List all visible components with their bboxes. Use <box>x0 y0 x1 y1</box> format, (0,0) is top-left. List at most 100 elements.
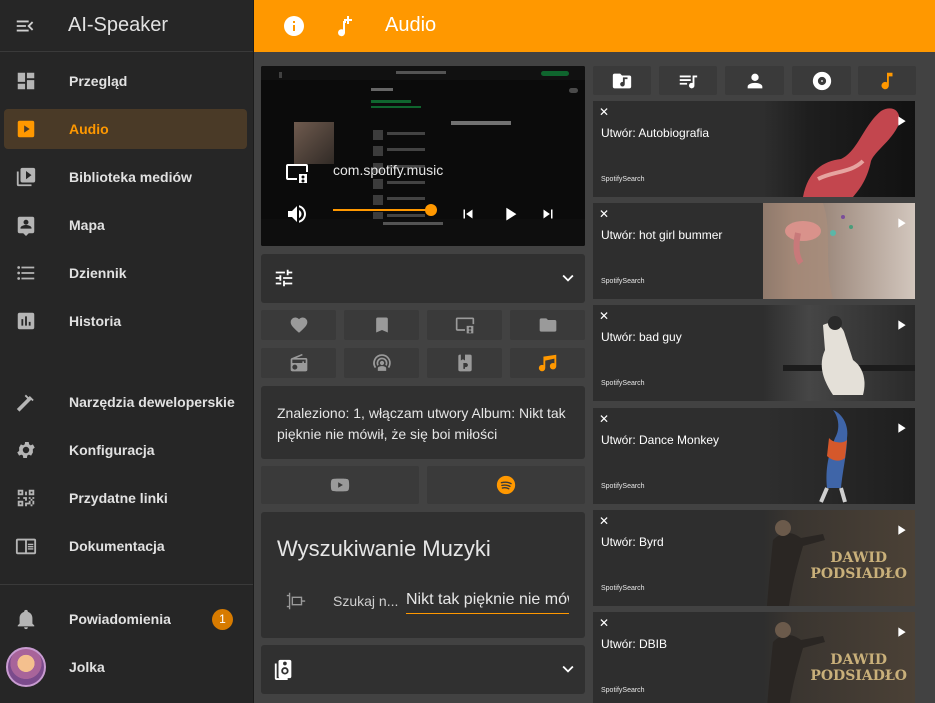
tab-track[interactable] <box>858 66 916 95</box>
play-icon[interactable] <box>893 522 909 538</box>
play-icon[interactable] <box>893 113 909 129</box>
spotify-button[interactable] <box>427 466 585 504</box>
album-art-line2: PODSIADŁO <box>810 668 907 684</box>
page-title: Audio <box>385 14 437 36</box>
sidebar-item-dokumentacja[interactable]: Dokumentacja <box>4 526 247 566</box>
radio-icon <box>289 353 309 373</box>
sidebar-item-dziennik[interactable]: Dziennik <box>4 253 247 293</box>
playlist-music-icon <box>677 70 699 92</box>
dashboard-icon <box>4 70 48 92</box>
sidebar-item-label: Biblioteka mediów <box>69 169 192 185</box>
album-art-line2: PODSIADŁO <box>810 566 907 582</box>
result-title: Utwór: Dance Monkey <box>601 433 720 447</box>
map-account-icon <box>4 214 48 236</box>
volume-icon[interactable] <box>285 202 309 226</box>
play-icon[interactable] <box>499 203 521 225</box>
album-art-line1: DAWID <box>830 550 888 566</box>
result-title: Utwór: bad guy <box>601 330 682 344</box>
menu-collapse-button[interactable] <box>0 0 50 52</box>
player-overlay <box>261 66 585 246</box>
sidebar-item-historia[interactable]: Historia <box>4 301 247 341</box>
music-button[interactable] <box>510 348 585 378</box>
account-icon <box>744 70 766 92</box>
volume-slider-knob[interactable] <box>424 204 437 216</box>
hammer-icon <box>4 391 48 413</box>
player-source: com.spotify.music <box>333 162 444 178</box>
heart-icon <box>289 315 309 335</box>
close-icon[interactable]: ✕ <box>599 309 609 323</box>
sidebar-item-label: Przydatne linki <box>69 490 168 506</box>
qrcode-icon <box>4 487 48 509</box>
close-icon[interactable]: ✕ <box>599 616 609 630</box>
tab-artist[interactable] <box>725 66 784 95</box>
cast-speaker-icon <box>455 315 475 335</box>
result-source: SpotifySearch <box>601 380 645 387</box>
sidebar-item-user[interactable]: Jolka <box>4 647 247 687</box>
skip-previous-icon[interactable] <box>459 205 477 223</box>
sidebar-item-label: Powiadomienia <box>69 611 171 627</box>
radio-button[interactable] <box>261 348 336 378</box>
podcast-button[interactable] <box>344 348 419 378</box>
sidebar-item-audio[interactable]: Audio <box>4 109 247 149</box>
close-icon[interactable]: ✕ <box>599 412 609 426</box>
sidebar-item-label: Dziennik <box>69 265 127 281</box>
play-icon[interactable] <box>893 420 909 436</box>
sidebar-item-linki[interactable]: Przydatne linki <box>4 478 247 518</box>
chevron-down-icon[interactable] <box>557 658 579 680</box>
volume-slider-track[interactable] <box>333 209 431 211</box>
sidebar-item-mapa[interactable]: Mapa <box>4 205 247 245</box>
sidebar: AI-Speaker Przegląd Audio Biblioteka med… <box>0 0 254 703</box>
sidebar-item-narzedzia[interactable]: Narzędzia deweloperskie <box>4 382 247 422</box>
status-message: Znaleziono: 1, włączam utwory Album: Nik… <box>277 405 566 442</box>
podcast-icon <box>372 353 392 373</box>
folder-button[interactable] <box>510 310 585 340</box>
tab-album[interactable] <box>792 66 851 95</box>
search-result[interactable]: DAWID PODSIADŁO ✕ Utwór: DBIB SpotifySear… <box>593 612 915 703</box>
close-icon[interactable]: ✕ <box>599 514 609 528</box>
search-result[interactable]: ✕ Utwór: Autobiografia SpotifySearch <box>593 101 915 197</box>
tab-folder-music[interactable] <box>593 66 651 95</box>
sidebar-item-label: Przegląd <box>69 73 128 89</box>
speaker-search-icon <box>285 590 307 612</box>
info-icon[interactable] <box>282 14 306 38</box>
favorites-button[interactable] <box>261 310 336 340</box>
play-icon[interactable] <box>893 624 909 640</box>
sidebar-item-konfiguracja[interactable]: Konfiguracja <box>4 430 247 470</box>
sidebar-item-biblioteka[interactable]: Biblioteka mediów <box>4 157 247 197</box>
search-result[interactable]: ✕ Utwór: bad guy SpotifySearch <box>593 305 915 401</box>
folder-music-icon <box>611 70 633 92</box>
menu-open-icon <box>16 20 34 31</box>
sidebar-item-przeglad[interactable]: Przegląd <box>4 61 247 101</box>
result-source: SpotifySearch <box>601 585 645 592</box>
close-icon[interactable]: ✕ <box>599 207 609 221</box>
bookmarks-button[interactable] <box>344 310 419 340</box>
speaker-icon <box>273 658 295 680</box>
cast-button[interactable] <box>427 310 502 340</box>
chart-box-icon <box>4 310 48 332</box>
folder-icon <box>538 315 558 335</box>
tab-playlist[interactable] <box>659 66 717 95</box>
search-input[interactable]: Nikt tak pięknie nie mówił <box>406 588 569 614</box>
book-icon <box>4 535 48 557</box>
equalizer-panel[interactable] <box>261 254 585 303</box>
status-card: Znaleziono: 1, włączam utwory Album: Nik… <box>261 386 585 459</box>
speaker-panel[interactable] <box>261 645 585 694</box>
user-name: Jolka <box>69 659 105 675</box>
play-icon[interactable] <box>893 317 909 333</box>
audiobook-button[interactable] <box>427 348 502 378</box>
search-result[interactable]: ✕ Utwór: Dance Monkey SpotifySearch <box>593 408 915 504</box>
close-icon[interactable]: ✕ <box>599 105 609 119</box>
chevron-down-icon[interactable] <box>557 267 579 289</box>
cast-icon[interactable] <box>285 161 309 185</box>
app-title: AI-Speaker <box>68 14 169 36</box>
skip-next-icon[interactable] <box>539 205 557 223</box>
sidebar-item-label: Mapa <box>69 217 105 233</box>
sidebar-item-powiadomienia[interactable]: Powiadomienia 1 <box>4 599 247 639</box>
result-source: SpotifySearch <box>601 483 645 490</box>
search-result[interactable]: ✕ Utwór: hot girl bummer SpotifySearch <box>593 203 915 299</box>
music-search-card: Wyszukiwanie Muzyki Szukaj n... Nikt tak… <box>261 512 585 638</box>
youtube-button[interactable] <box>261 466 419 504</box>
music-note-plus-icon[interactable] <box>330 14 354 38</box>
search-result[interactable]: DAWID PODSIADŁO ✕ Utwór: Byrd SpotifySear… <box>593 510 915 606</box>
play-icon[interactable] <box>893 215 909 231</box>
